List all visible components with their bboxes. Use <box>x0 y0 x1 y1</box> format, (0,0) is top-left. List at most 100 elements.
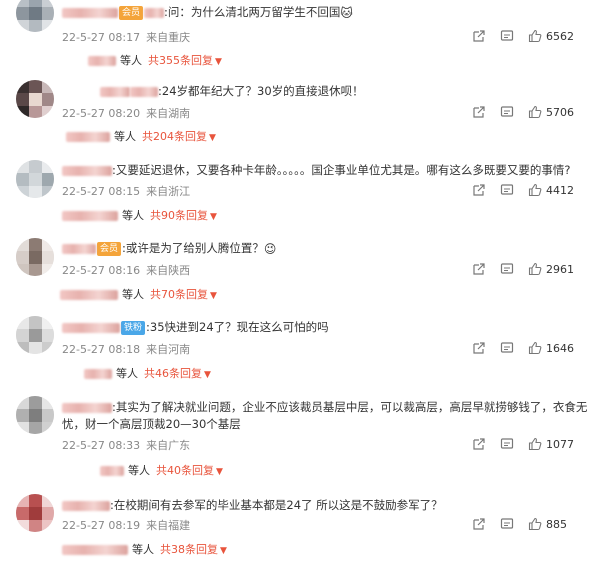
action-bar: 2961 <box>472 261 582 277</box>
share-button[interactable] <box>472 28 486 44</box>
caret-down-icon[interactable]: ▼ <box>216 467 223 477</box>
avatar[interactable] <box>16 0 54 32</box>
like-button[interactable]: 6562 <box>528 28 574 44</box>
caret-down-icon[interactable]: ▼ <box>210 291 217 301</box>
caret-down-icon[interactable]: ▼ <box>215 57 222 67</box>
like-button[interactable]: 2961 <box>528 261 574 277</box>
comment-source: 来自湖南 <box>146 107 191 120</box>
like-count: 2961 <box>546 262 574 276</box>
share-button[interactable] <box>472 340 486 356</box>
replies-count[interactable]: 共355条回复 <box>148 54 213 67</box>
action-bar: 6562 <box>472 28 582 44</box>
comment-icon <box>500 341 514 355</box>
comment-line: 会员:或许是为了给别人腾位置？😉 <box>62 240 276 256</box>
replies-count[interactable]: 共70条回复 <box>150 288 208 301</box>
comment-button[interactable] <box>500 261 514 277</box>
comment-date: 22-5-27 08:33 <box>62 439 141 452</box>
blurred-username[interactable] <box>62 402 112 413</box>
comment-icon <box>500 183 514 197</box>
thumbs-up-icon <box>528 437 542 451</box>
thumbs-up-icon <box>528 105 542 119</box>
action-bar: 885 <box>472 516 582 532</box>
comment-meta: 22-5-27 08:19 来自福建 <box>62 517 190 533</box>
like-count: 1077 <box>546 437 574 451</box>
action-bar: 1646 <box>472 340 582 356</box>
avatar[interactable] <box>16 494 54 532</box>
replies-link[interactable]: 等人 共204条回复 ▼ <box>66 128 216 144</box>
comment-icon <box>500 437 514 451</box>
thumbs-up-icon <box>528 29 542 43</box>
avatar[interactable] <box>16 238 54 276</box>
blurred-username[interactable] <box>62 165 112 176</box>
comment-button[interactable] <box>500 436 514 452</box>
blurred-username <box>84 369 112 379</box>
share-icon <box>472 437 486 451</box>
like-button[interactable]: 1646 <box>528 340 574 356</box>
blurred-username[interactable] <box>62 500 110 511</box>
replies-link[interactable]: 等人 共40条回复 ▼ <box>100 462 223 478</box>
comment-text: :又要延迟退休，又要各种卡年龄。。。。。国企事业单位尤其是。哪有这么多既要又要的… <box>112 163 571 177</box>
comment-icon <box>500 517 514 531</box>
comment-button[interactable] <box>500 516 514 532</box>
blurred-username[interactable] <box>62 7 118 18</box>
replies-prefix: 等人 <box>120 54 142 67</box>
share-button[interactable] <box>472 436 486 452</box>
replies-count[interactable]: 共46条回复 <box>144 367 202 380</box>
wink-emoji-icon: 😉 <box>263 241 277 256</box>
avatar[interactable] <box>16 80 54 118</box>
share-button[interactable] <box>472 261 486 277</box>
comment-item: :其实为了解决就业问题，企业不应该裁员基层中层，可以裁高层，高层早就捞够钱了，衣… <box>0 394 600 484</box>
replies-count[interactable]: 共90条回复 <box>150 209 208 222</box>
share-button[interactable] <box>472 516 486 532</box>
like-button[interactable]: 5706 <box>528 104 574 120</box>
thumbs-up-icon <box>528 341 542 355</box>
blurred-username[interactable] <box>62 322 120 333</box>
caret-down-icon[interactable]: ▼ <box>220 546 227 556</box>
comment-date: 22-5-27 08:19 <box>62 519 141 532</box>
caret-down-icon[interactable]: ▼ <box>209 133 216 143</box>
comment-source: 来自广东 <box>146 439 191 452</box>
caret-down-icon[interactable]: ▼ <box>210 212 217 222</box>
comment-source: 来自重庆 <box>146 31 191 44</box>
replies-count[interactable]: 共40条回复 <box>156 464 214 477</box>
action-bar: 5706 <box>472 104 582 120</box>
like-button[interactable]: 4412 <box>528 182 574 198</box>
comment-button[interactable] <box>500 182 514 198</box>
share-button[interactable] <box>472 182 486 198</box>
blurred-username <box>100 466 124 476</box>
comment-line: 铁粉:35快进到24了？现在这么可怕的吗 <box>62 319 329 335</box>
blurred-username[interactable] <box>62 243 96 254</box>
replies-link[interactable]: 等人 共355条回复 ▼ <box>88 52 222 68</box>
like-button[interactable]: 1077 <box>528 436 574 452</box>
comment-meta: 22-5-27 08:17 来自重庆 <box>62 29 190 45</box>
comment-text: :24岁都年纪大了？30岁的直接退休呗！ <box>158 84 364 98</box>
share-icon <box>472 341 486 355</box>
comment-item: :又要延迟退休，又要各种卡年龄。。。。。国企事业单位尤其是。哪有这么多既要又要的… <box>0 156 600 226</box>
replies-count[interactable]: 共38条回复 <box>160 543 218 556</box>
like-button[interactable]: 885 <box>528 516 567 532</box>
comment-button[interactable] <box>500 104 514 120</box>
replies-link[interactable]: 等人 共46条回复 ▼ <box>84 365 211 381</box>
comment-button[interactable] <box>500 28 514 44</box>
blurred-username[interactable] <box>100 86 130 97</box>
replies-link[interactable]: 等人 共70条回复 ▼ <box>60 286 217 302</box>
share-button[interactable] <box>472 104 486 120</box>
caret-down-icon[interactable]: ▼ <box>204 370 211 380</box>
share-icon <box>472 105 486 119</box>
comment-button[interactable] <box>500 340 514 356</box>
replies-link[interactable]: 等人 共38条回复 ▼ <box>62 541 227 557</box>
comment-text-continued: 忧，财一个高层顶裁20—30个基层 <box>62 417 241 431</box>
replies-prefix: 等人 <box>128 464 150 477</box>
share-icon <box>472 29 486 43</box>
avatar[interactable] <box>16 396 54 434</box>
avatar[interactable] <box>16 160 54 198</box>
comment-line: :其实为了解决就业问题，企业不应该裁员基层中层，可以裁高层，高层早就捞够钱了，衣… <box>62 399 587 415</box>
replies-count[interactable]: 共204条回复 <box>142 130 207 143</box>
comment-text: :问：为什么清北两万留学生不回国 <box>164 5 341 19</box>
replies-link[interactable]: 等人 共90条回复 ▼ <box>62 207 217 223</box>
comment-item: :在校期间有去参军的毕业基本都是24了 所以这是不鼓励参军了？ 22-5-27 … <box>0 490 600 564</box>
avatar[interactable] <box>16 316 54 354</box>
like-count: 885 <box>546 517 567 531</box>
comment-icon <box>500 105 514 119</box>
thumbs-up-icon <box>528 183 542 197</box>
